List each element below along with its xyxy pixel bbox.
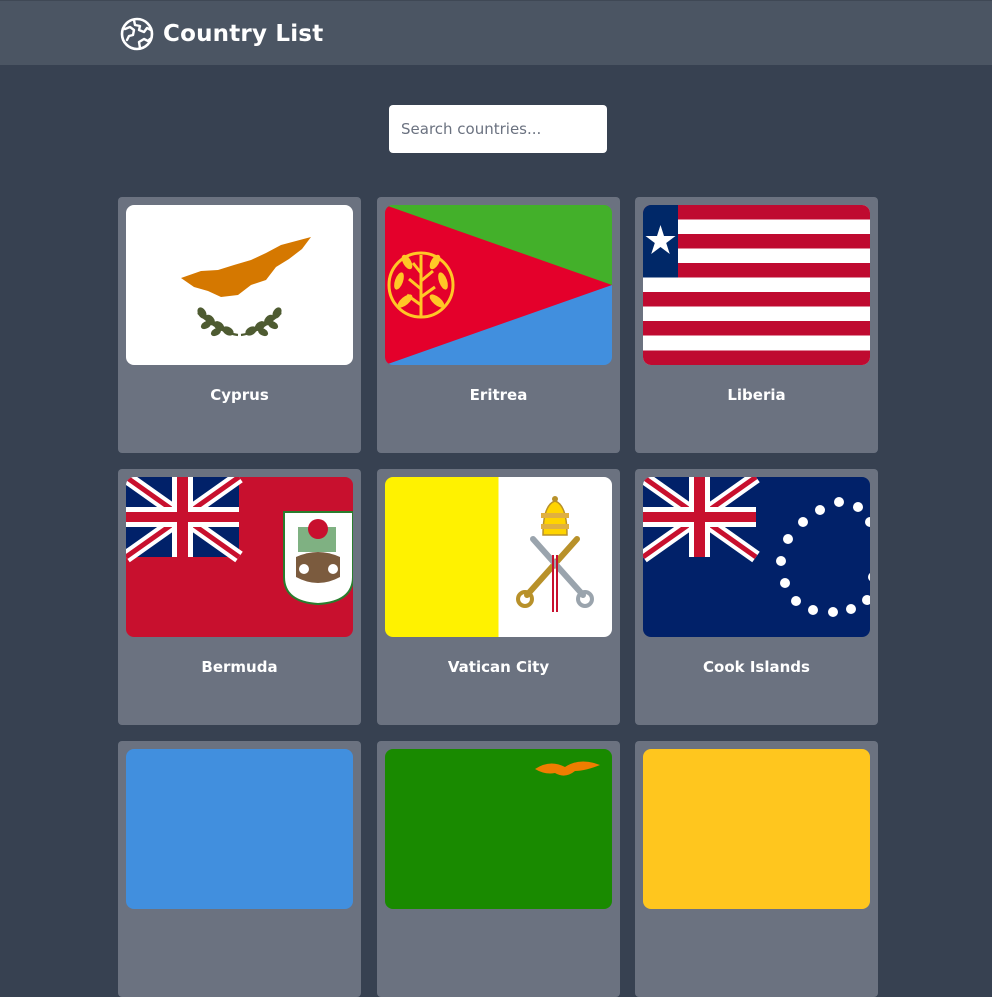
country-card-cyprus[interactable]: Cyprus — [118, 197, 361, 453]
globe-icon — [120, 17, 154, 51]
cyprus-flag-icon — [126, 205, 353, 365]
cook-islands-flag-icon — [643, 477, 870, 637]
page-title: Country List — [163, 21, 324, 47]
country-name: Vatican City — [447, 658, 550, 676]
country-card-yellow-flag[interactable] — [635, 741, 878, 997]
zambia-flag-icon — [385, 749, 612, 909]
liberia-flag-icon — [643, 205, 870, 365]
country-card-liberia[interactable]: Liberia — [635, 197, 878, 453]
country-card-bermuda[interactable]: Bermuda — [118, 469, 361, 725]
brand[interactable]: Country List — [120, 16, 323, 52]
country-name: Cyprus — [210, 386, 269, 404]
country-card-cook-islands[interactable]: Cook Islands — [635, 469, 878, 725]
blue-flag-icon — [126, 749, 353, 909]
eritrea-flag-icon — [385, 205, 612, 365]
country-name: Eritrea — [469, 386, 528, 404]
country-card-vatican-city[interactable]: Vatican City — [377, 469, 620, 725]
country-card-eritrea[interactable]: Eritrea — [377, 197, 620, 453]
vatican-flag-icon — [385, 477, 612, 637]
yellow-flag-icon — [643, 749, 870, 909]
country-card-zambia[interactable] — [377, 741, 620, 997]
bermuda-flag-icon — [126, 477, 353, 637]
country-card-blue-flag[interactable] — [118, 741, 361, 997]
navbar: Country List — [0, 0, 992, 65]
search-input[interactable] — [389, 105, 607, 153]
country-name: Cook Islands — [703, 658, 810, 676]
country-name: Bermuda — [201, 658, 278, 676]
country-name: Liberia — [727, 386, 786, 404]
